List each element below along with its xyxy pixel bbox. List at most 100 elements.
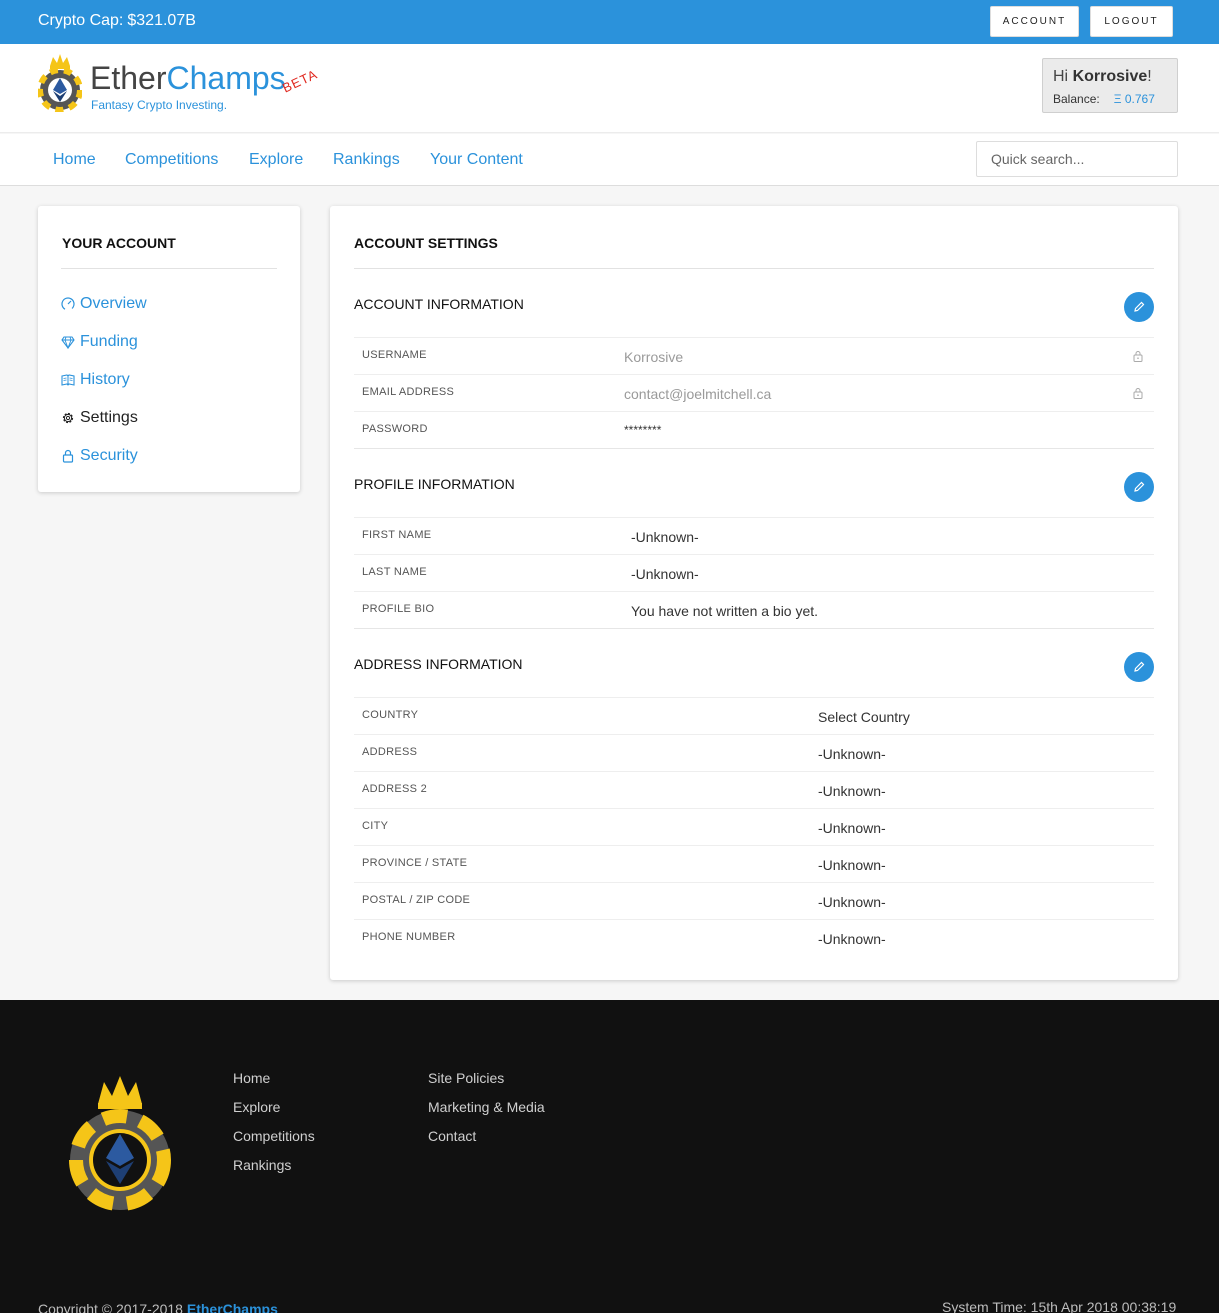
brand-part-ether: Ether [90,60,167,96]
row-divider [354,448,1154,449]
table-row: USERNAME Korrosive [354,337,1154,374]
nav-rankings[interactable]: Rankings [333,151,400,169]
profile-bio-value: You have not written a bio yet. [631,603,819,619]
sidebar-item-label: Overview [80,295,147,312]
row-label: ADDRESS 2 [362,783,428,795]
table-row: PROFILE BIO You have not written a bio y… [354,591,1154,628]
row-label: PROFILE BIO [362,603,435,615]
province-value: -Unknown- [818,857,886,873]
footer-link-explore[interactable]: Explore [233,1099,280,1115]
greeting-username: Korrosive [1072,68,1148,85]
row-label: PROVINCE / STATE [362,857,468,869]
sidebar-item-security[interactable]: Security [61,445,138,467]
lock-icon [1133,351,1143,362]
sidebar-item-label: History [80,371,130,388]
edit-address-button[interactable] [1124,652,1154,682]
edit-account-button[interactable] [1124,292,1154,322]
account-information-title: ACCOUNT INFORMATION [354,296,524,312]
brand-name[interactable]: EtherChamps [90,59,286,97]
panel-title: ACCOUNT SETTINGS [354,235,498,251]
pencil-icon [1134,301,1145,312]
address-information-title: ADDRESS INFORMATION [354,656,523,672]
crypto-cap-label: Crypto Cap: [38,12,124,29]
address-value: -Unknown- [818,746,886,762]
sidebar-item-overview[interactable]: Overview [61,293,147,315]
country-value: Select Country [818,709,910,725]
sidebar-item-history[interactable]: History [61,369,130,391]
row-label: PHONE NUMBER [362,931,456,943]
sidebar-item-label: Security [80,447,138,464]
nav-your-content[interactable]: Your Content [430,151,523,169]
user-balance-box: Hi Korrosive! Balance: Ξ 0.767 [1042,58,1178,113]
diamond-icon [61,336,75,349]
balance: Balance: Ξ 0.767 [1053,92,1155,106]
row-label: EMAIL ADDRESS [362,386,455,398]
greeting: Hi Korrosive! [1053,68,1152,86]
book-icon [61,374,75,386]
table-row: PHONE NUMBER -Unknown- [354,919,1154,956]
sidebar-title: YOUR ACCOUNT [62,235,176,251]
address-2-value: -Unknown- [818,783,886,799]
gear-icon [62,412,74,424]
table-row: ADDRESS -Unknown- [354,734,1154,771]
account-sidebar: YOUR ACCOUNT Overview Funding History Se… [38,206,300,492]
footer-logo-icon [69,1076,171,1211]
nav-explore[interactable]: Explore [249,151,303,169]
gauge-icon [61,297,75,311]
table-row: EMAIL ADDRESS contact@joelmitchell.ca [354,374,1154,411]
site-footer: Home Explore Competitions Rankings Site … [0,1000,1219,1313]
lock-icon [62,449,74,463]
table-row: COUNTRY Select Country [354,697,1154,734]
panel-divider [354,268,1154,269]
ether-champs-logo-icon[interactable] [38,52,82,112]
nav-competitions[interactable]: Competitions [125,151,218,169]
account-button[interactable]: Account [990,6,1079,37]
greeting-word: Hi [1053,68,1069,85]
sidebar-item-funding[interactable]: Funding [61,331,138,353]
row-label: USERNAME [362,349,427,361]
row-label: CITY [362,820,389,832]
nav-home[interactable]: Home [53,151,96,169]
profile-information-title: PROFILE INFORMATION [354,476,515,492]
sidebar-item-settings[interactable]: Settings [61,407,138,429]
lock-icon [1133,388,1143,399]
quick-search-input[interactable] [976,141,1178,177]
row-label: LAST NAME [362,566,427,578]
sidebar-divider [61,268,277,269]
table-row: LAST NAME -Unknown- [354,554,1154,591]
footer-link-home[interactable]: Home [233,1070,270,1086]
beta-badge: BETA [280,66,320,96]
crypto-cap-value: $321.07B [127,12,196,29]
footer-link-marketing-media[interactable]: Marketing & Media [428,1099,545,1115]
password-value: ******** [624,423,662,437]
row-divider [354,628,1154,629]
row-label: POSTAL / ZIP CODE [362,894,471,906]
logout-button[interactable]: Logout [1090,6,1173,37]
footer-link-site-policies[interactable]: Site Policies [428,1070,504,1086]
copyright: Copyright © 2017-2018 EtherChamps [38,1301,278,1313]
last-name-value: -Unknown- [631,566,699,582]
row-label: PASSWORD [362,423,428,435]
footer-link-rankings[interactable]: Rankings [233,1157,291,1173]
copyright-brand-link[interactable]: EtherChamps [187,1301,278,1313]
edit-profile-button[interactable] [1124,472,1154,502]
first-name-value: -Unknown- [631,529,699,545]
table-row: PROVINCE / STATE -Unknown- [354,845,1154,882]
table-row: POSTAL / ZIP CODE -Unknown- [354,882,1154,919]
footer-link-contact[interactable]: Contact [428,1128,476,1144]
footer-link-competitions[interactable]: Competitions [233,1128,315,1144]
crypto-cap: Crypto Cap: $321.07B [38,12,196,30]
pencil-icon [1134,481,1145,492]
row-label: COUNTRY [362,709,419,721]
profile-information-rows: FIRST NAME -Unknown- LAST NAME -Unknown-… [354,517,1154,629]
table-row: FIRST NAME -Unknown- [354,517,1154,554]
tagline: Fantasy Crypto Investing. [91,98,228,112]
balance-label: Balance: [1053,92,1100,106]
greeting-exclaim: ! [1147,68,1152,85]
copyright-text: Copyright © 2017-2018 [38,1301,183,1313]
sidebar-item-label: Funding [80,333,138,350]
phone-number-value: -Unknown- [818,931,886,947]
row-label: FIRST NAME [362,529,432,541]
top-bar: Crypto Cap: $321.07B Account Logout [0,0,1219,44]
pencil-icon [1134,661,1145,672]
